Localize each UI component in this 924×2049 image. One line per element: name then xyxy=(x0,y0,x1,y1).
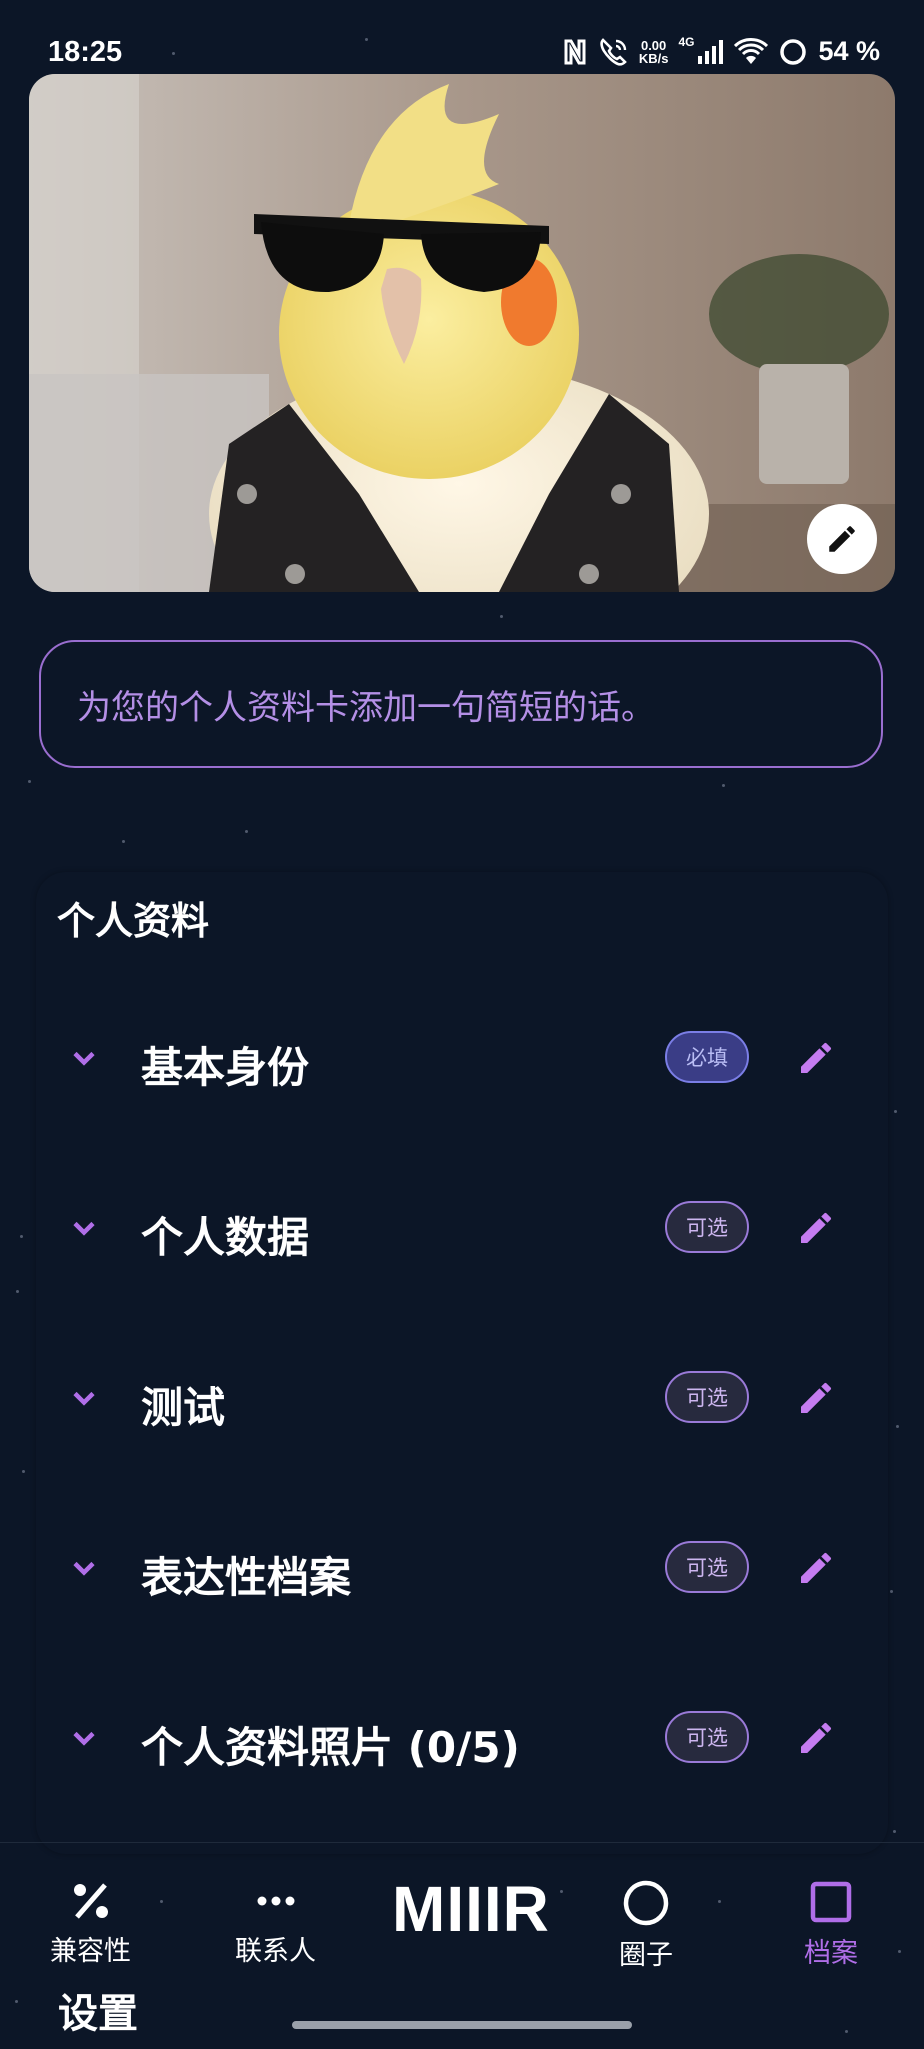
section-label: 个人数据 xyxy=(141,1213,310,1262)
battery-ring-icon xyxy=(780,38,807,65)
section-row-basic-identity[interactable]: 基本身份 必填 xyxy=(36,998,888,1118)
section-label: 个人资料照片 (0/5) xyxy=(141,1723,520,1772)
call-icon xyxy=(600,37,627,66)
nfc-icon xyxy=(564,39,586,64)
chevron-down-icon[interactable] xyxy=(66,1380,102,1416)
network-type: 4G xyxy=(678,34,695,49)
pencil-icon xyxy=(829,526,855,552)
nav-label: 联系人 xyxy=(235,1936,316,1967)
pencil-icon[interactable] xyxy=(796,1718,836,1758)
nav-contacts[interactable]: 联系人 xyxy=(235,1879,316,1968)
cockatiel-illustration xyxy=(29,74,895,592)
chevron-down-icon[interactable] xyxy=(66,1550,102,1586)
nav-profile[interactable]: 档案 xyxy=(804,1879,858,1970)
section-label: 表达性档案 xyxy=(141,1553,352,1602)
home-indicator[interactable] xyxy=(292,2021,632,2029)
square-icon xyxy=(810,1881,852,1923)
status-bar: 18:25 0.00 KB/s 4G 54 % xyxy=(0,0,924,72)
pencil-icon[interactable] xyxy=(796,1208,836,1248)
brand-logo[interactable]: MIIIR xyxy=(392,1872,550,1946)
pencil-icon[interactable] xyxy=(796,1548,836,1588)
tagline-placeholder: 为您的个人资料卡添加一句简短的话。 xyxy=(77,687,655,728)
network-speed: 0.00 KB/s xyxy=(639,39,669,65)
nav-compatibility[interactable]: 兼容性 xyxy=(50,1879,131,1968)
section-label: 测试 xyxy=(141,1383,226,1432)
section-row-personal-data[interactable]: 个人数据 可选 xyxy=(36,1168,888,1288)
optional-badge: 可选 xyxy=(665,1201,749,1253)
profile-section-title: 个人资料 xyxy=(57,899,210,943)
more-dots-icon xyxy=(257,1896,294,1906)
signal-icon xyxy=(698,39,724,64)
settings-link[interactable]: 设置 xyxy=(58,1981,138,2039)
optional-badge: 可选 xyxy=(665,1711,749,1763)
circle-icon xyxy=(623,1880,669,1926)
status-time: 18:25 xyxy=(48,36,123,68)
chevron-down-icon[interactable] xyxy=(66,1720,102,1756)
profile-sections-card: 个人资料 基本身份 必填 个人数据 可选 测试 可选 表达性档案 可选 个人资料… xyxy=(36,872,888,1854)
nav-label: 兼容性 xyxy=(50,1936,131,1967)
pencil-icon[interactable] xyxy=(796,1378,836,1418)
nav-label: 圈子 xyxy=(619,1940,673,1971)
wifi-icon xyxy=(734,37,769,64)
section-label: 基本身份 xyxy=(141,1043,310,1092)
chevron-down-icon[interactable] xyxy=(66,1040,102,1076)
profile-tagline-input[interactable]: 为您的个人资料卡添加一句简短的话。 xyxy=(39,640,883,768)
nav-circle[interactable]: 圈子 xyxy=(619,1879,673,1972)
battery-level: 54 % xyxy=(818,36,880,66)
optional-badge: 可选 xyxy=(665,1541,749,1593)
section-row-expressive-profile[interactable]: 表达性档案 可选 xyxy=(36,1508,888,1628)
percent-icon xyxy=(73,1883,108,1919)
network-speed-unit: KB/s xyxy=(638,50,669,66)
status-icons: 0.00 KB/s 4G 54 % xyxy=(563,34,880,67)
chevron-down-icon[interactable] xyxy=(66,1210,102,1246)
required-badge: 必填 xyxy=(665,1031,749,1083)
nav-label: 档案 xyxy=(804,1938,858,1969)
profile-hero-photo[interactable] xyxy=(29,74,895,592)
section-row-tests[interactable]: 测试 可选 xyxy=(36,1338,888,1458)
pencil-icon[interactable] xyxy=(796,1038,836,1078)
edit-photo-button[interactable] xyxy=(807,504,877,574)
network-speed-value: 0.00 xyxy=(640,37,667,53)
section-row-profile-photos[interactable]: 个人资料照片 (0/5) 可选 xyxy=(36,1678,888,1798)
optional-badge: 可选 xyxy=(665,1371,749,1423)
bottom-navigation: 兼容性 联系人 MIIIR 圈子 档案 设置 xyxy=(0,1842,924,2049)
